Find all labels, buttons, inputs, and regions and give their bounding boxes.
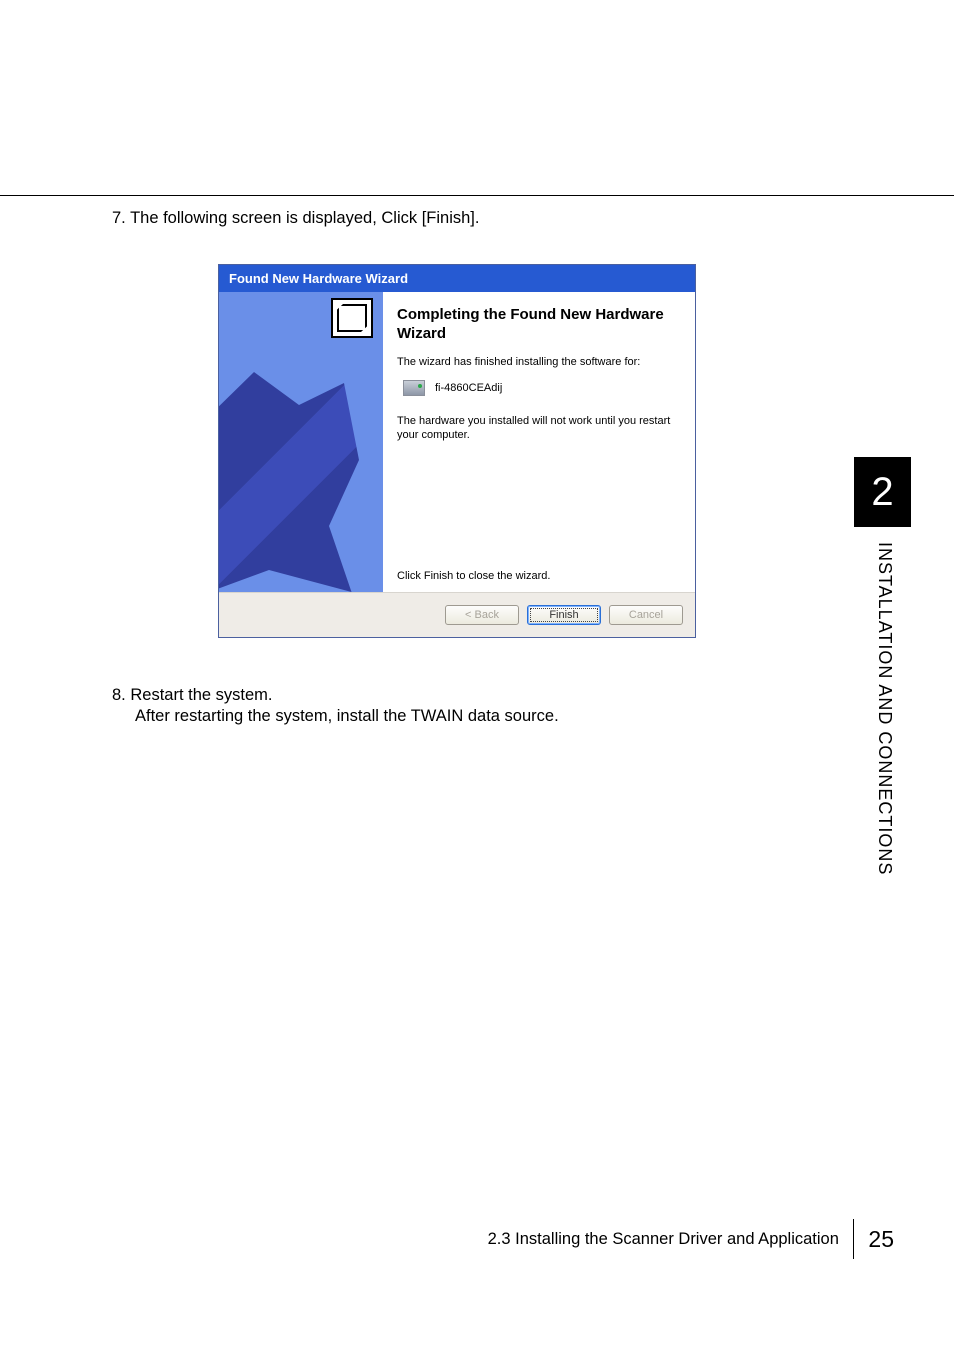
step-7: 7. The following screen is displayed, Cl… [112,209,812,228]
finish-button[interactable]: Finish [527,605,601,625]
device-name: fi-4860CEAdij [435,382,502,394]
step-subtext: After restarting the system, install the… [112,707,812,726]
footer-divider [853,1219,855,1259]
back-button[interactable]: < Back [445,605,519,625]
wizard-heading: Completing the Found New Hardware Wizard [397,306,681,344]
wizard-title-bar: Found New Hardware Wizard [219,265,695,292]
page-number: 25 [868,1226,894,1253]
wizard-content: Completing the Found New Hardware Wizard… [383,292,695,592]
chapter-tab: 2 [854,457,911,527]
device-row: fi-4860CEAdij [397,380,681,396]
wizard-sidebar-graphic [219,292,383,592]
decorative-shape [219,372,359,592]
chapter-title-vertical: INSTALLATION AND CONNECTIONS [874,542,895,875]
cancel-button[interactable]: Cancel [609,605,683,625]
step-text: The following screen is displayed, Click… [130,209,479,227]
wizard-dialog: Found New Hardware Wizard Completing the… [218,264,696,638]
step-number: 7. [112,209,126,227]
wizard-subtext: The wizard has finished installing the s… [397,356,681,368]
wizard-body: Completing the Found New Hardware Wizard… [219,292,695,592]
step-number: 8. [112,686,126,704]
scanner-icon [403,380,425,396]
horizontal-rule [0,195,954,196]
install-icon [331,298,373,338]
page-footer: 2.3 Installing the Scanner Driver and Ap… [488,1219,894,1259]
wizard-button-row: < Back Finish Cancel [219,592,695,637]
footer-section: 2.3 Installing the Scanner Driver and Ap… [488,1230,839,1249]
step-text: Restart the system. [130,686,272,704]
wizard-close-hint: Click Finish to close the wizard. [397,570,681,582]
main-content: 7. The following screen is displayed, Cl… [112,209,812,726]
wizard-note: The hardware you installed will not work… [397,414,681,444]
step-8: 8. Restart the system. After restarting … [112,686,812,726]
